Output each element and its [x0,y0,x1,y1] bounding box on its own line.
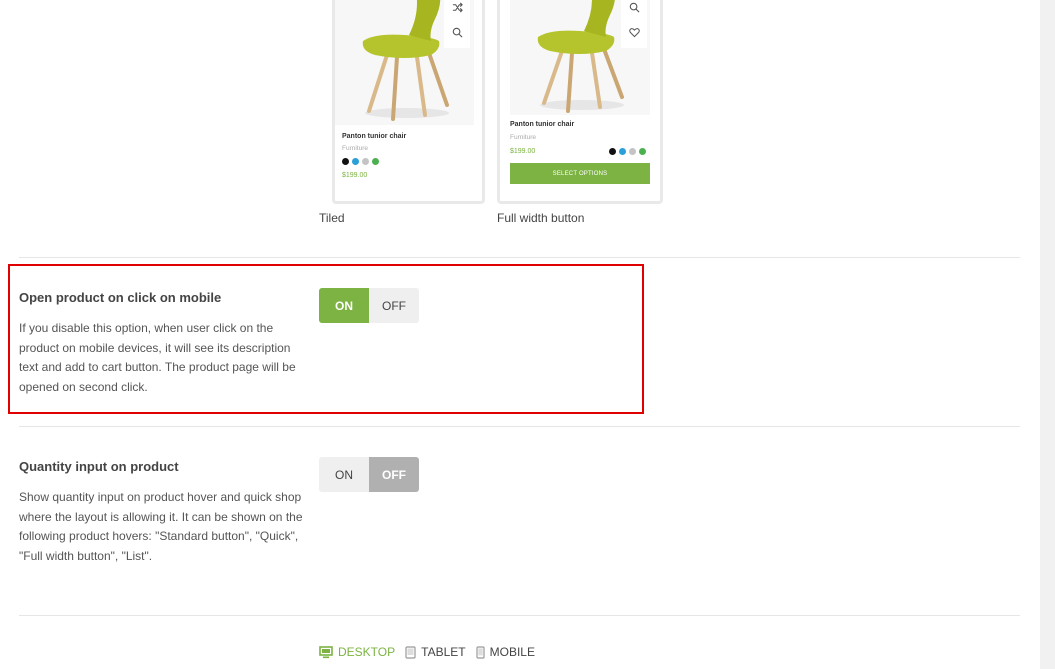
product-price: $199.00 [342,172,368,179]
color-swatches [342,158,379,165]
hover-option-label-full-width: Full width button [497,211,585,225]
toggle-off-button[interactable]: OFF [369,288,419,323]
hover-icons [444,0,470,48]
swatch-grey[interactable] [629,148,636,155]
select-options-button[interactable]: SELECT OPTIONS [510,163,650,184]
device-desktop-tab[interactable]: DESKTOP [319,645,395,659]
quantity-input-toggle: ON OFF [319,457,419,492]
shuffle-icon[interactable] [446,0,468,18]
toggle-on-button[interactable]: ON [319,457,369,492]
setting-description: If you disable this option, when user cl… [19,321,296,394]
product-title: Panton tunior chair [342,133,407,140]
heart-icon[interactable] [623,21,645,43]
setting-description: Show quantity input on product hover and… [19,490,303,563]
swatch-green[interactable] [372,158,379,165]
device-tablet-tab[interactable]: TABLET [405,645,466,659]
swatch-grey[interactable] [362,158,369,165]
swatch-green[interactable] [639,148,646,155]
device-mobile-label: MOBILE [489,645,535,659]
swatch-black[interactable] [342,158,349,165]
device-switcher: DESKTOP TABLET MOBILE [319,645,545,659]
hover-option-full-width-card[interactable]: Panton tunior chair Furniture $199.00 SE… [497,0,663,204]
swatch-blue[interactable] [352,158,359,165]
divider [19,615,1020,616]
setting-title-open-product-on-click: Open product on click on mobile [19,290,222,305]
hover-option-tiled-card[interactable]: Panton tunior chair Furniture $199.00 [332,0,485,204]
product-category: Furniture [342,145,369,152]
tablet-icon [405,645,416,659]
scrollbar[interactable] [1040,0,1055,669]
toggle-off-button[interactable]: OFF [369,457,419,492]
product-price: $199.00 [510,148,536,155]
device-tablet-label: TABLET [421,645,466,659]
desktop-icon [319,645,333,658]
hover-option-label-tiled: Tiled [319,211,345,225]
swatch-black[interactable] [609,148,616,155]
divider [19,426,1020,427]
setting-title-quantity-input: Quantity input on product [19,459,179,474]
divider [19,257,1020,258]
mobile-icon [476,645,485,659]
product-category: Furniture [510,134,537,141]
color-swatches [609,148,646,155]
hover-icons [621,0,647,48]
device-desktop-label: DESKTOP [338,645,396,659]
toggle-on-button[interactable]: ON [319,288,369,323]
search-icon[interactable] [446,21,468,43]
open-product-on-click-toggle: ON OFF [319,288,419,323]
device-mobile-tab[interactable]: MOBILE [476,645,535,659]
search-icon[interactable] [623,0,645,18]
swatch-blue[interactable] [619,148,626,155]
product-title: Panton tunior chair [510,121,575,128]
